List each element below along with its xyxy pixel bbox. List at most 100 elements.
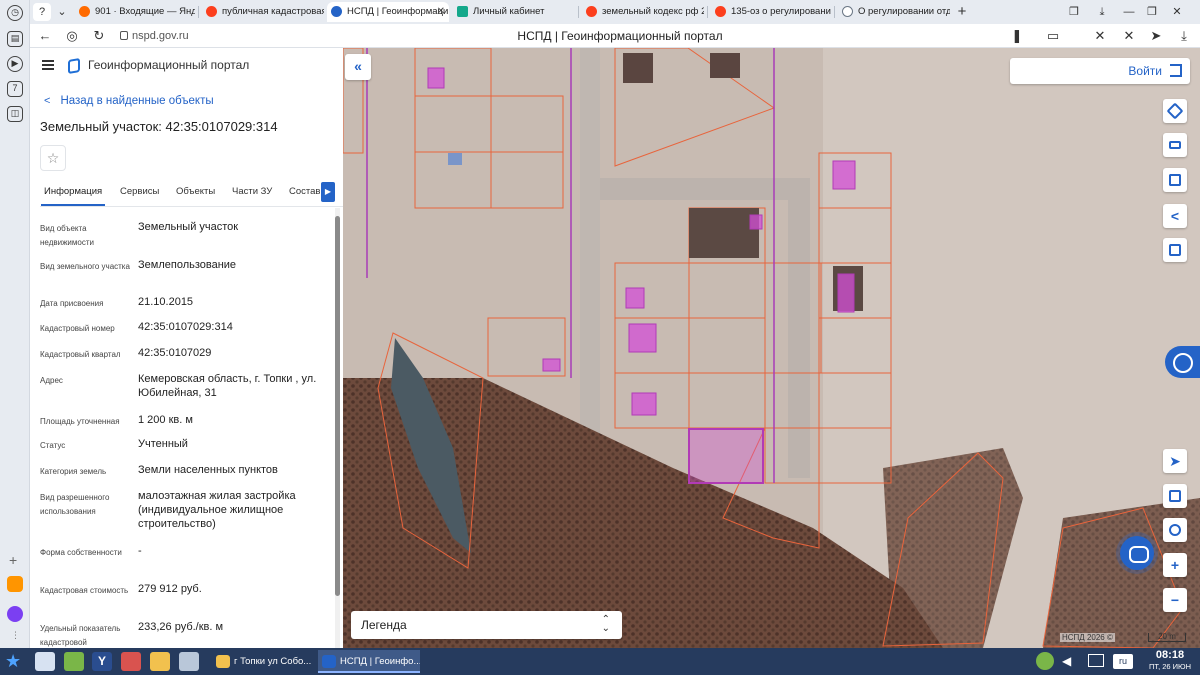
add-panel-icon[interactable]: + [9, 552, 17, 568]
prop-value: 1 200 кв. м [138, 414, 193, 426]
legend-panel[interactable]: Легенда ⌃ ⌄ [351, 611, 622, 639]
network-icon[interactable] [1088, 654, 1104, 667]
map-scale-bar: 20 m [1148, 633, 1186, 642]
locate-button[interactable]: ➤ [1163, 449, 1187, 473]
book-app-icon[interactable] [121, 652, 141, 671]
tray-up-icon[interactable] [1036, 652, 1054, 670]
folder-icon [216, 655, 230, 668]
badge-icon[interactable]: 7 [7, 81, 23, 97]
tab-land-code[interactable]: земельный кодекс рф 20 [582, 2, 704, 22]
satellite-map[interactable] [343, 48, 1200, 648]
print-button[interactable] [1163, 238, 1187, 262]
alice-icon[interactable] [7, 606, 23, 622]
reader-icon[interactable]: ▭ [1040, 27, 1066, 45]
prop-value: 42:35:0107029 [138, 347, 212, 359]
tab-objects[interactable]: Объекты [176, 186, 215, 197]
tab-strip: ? ⌄ 901 · Входящие — Яндекс публичная ка… [30, 0, 1200, 24]
ruler-icon [1169, 141, 1181, 149]
login-icon [1170, 64, 1182, 77]
collections-icon[interactable]: ▤ [7, 31, 23, 47]
yandex-browser-icon[interactable]: Y [92, 652, 112, 671]
url-field[interactable]: nspd.gov.ru [118, 27, 196, 45]
login-button[interactable]: Войти [1010, 58, 1190, 84]
close-icon[interactable]: ✕ [437, 2, 445, 22]
maximize-button[interactable]: ❐ [1143, 3, 1161, 21]
show-desktop-icon[interactable] [35, 652, 55, 671]
archive-app-icon[interactable] [179, 652, 199, 671]
basemap-button[interactable] [1163, 484, 1187, 508]
chevron-down-icon[interactable]: ⌄ [53, 3, 71, 21]
geolocation-button[interactable] [1163, 518, 1187, 542]
tab-regulation[interactable]: О регулировании отдель [838, 2, 950, 22]
volume-icon[interactable]: ◀ [1062, 654, 1076, 668]
extensions-icon[interactable]: ◫ [7, 106, 23, 122]
tab-parts[interactable]: Части ЗУ [232, 186, 272, 197]
building [832, 160, 856, 190]
back-to-results-link[interactable]: < Назад в найденные объекты [44, 95, 214, 107]
tab-label: Личный кабинет [473, 6, 545, 17]
task-browser[interactable]: НСПД | Геоинфо... [318, 650, 420, 673]
help-icon[interactable]: ? [33, 3, 51, 21]
bookmarks-icon[interactable]: ❐ [1065, 3, 1083, 21]
tab-law-135[interactable]: 135-оз о регулировании [711, 2, 831, 22]
object-tabs: Информация Сервисы Объекты Части ЗУ Сост… [40, 179, 343, 207]
tab-personal-cabinet[interactable]: Личный кабинет [453, 2, 575, 22]
minimize-button[interactable]: — [1120, 3, 1138, 21]
gosuslugi-widget-icon[interactable] [1165, 346, 1200, 378]
clock-time[interactable]: 08:18 [1141, 649, 1199, 661]
tabs-scroll-right-icon[interactable]: ▶ [321, 182, 335, 202]
downloads-icon[interactable]: ⤓ [1093, 3, 1111, 21]
share-icon: < [1170, 208, 1180, 224]
more-icon[interactable]: ⋮ [11, 630, 20, 641]
select-area-button[interactable] [1163, 168, 1187, 192]
tab-composition[interactable]: Состав [289, 186, 320, 197]
chevron-left-icon: < [44, 95, 51, 107]
tab-mail[interactable]: 901 · Входящие — Яндекс [75, 2, 195, 22]
share-button[interactable]: < [1163, 204, 1187, 228]
tab-information[interactable]: Информация [40, 186, 106, 206]
battery-app-icon[interactable] [64, 652, 84, 671]
layers-button[interactable] [1163, 99, 1187, 123]
tab-label: НСПД | Геоинформаци [347, 6, 449, 17]
file-manager-icon[interactable] [150, 652, 170, 671]
tab-services[interactable]: Сервисы [120, 186, 159, 197]
download-icon[interactable]: ⤓ [1175, 27, 1193, 45]
close-window-button[interactable]: ✕ [1168, 3, 1186, 21]
chat-icon[interactable] [1120, 536, 1154, 570]
scrollbar-thumb[interactable] [335, 216, 340, 596]
prop-label: Вид земельного участка [40, 262, 130, 271]
language-indicator[interactable]: ru [1113, 654, 1133, 669]
task-file-folder[interactable]: г Топки ул Собо... [212, 650, 312, 673]
building [542, 358, 561, 372]
bookmark-icon[interactable]: ❚ [1008, 27, 1026, 45]
portal-logo-icon [68, 57, 80, 75]
navigation-arrow-icon: ➤ [1169, 453, 1181, 469]
extension-x2-icon[interactable]: ✕ [1120, 27, 1138, 45]
zoom-out-button[interactable]: − [1163, 588, 1187, 612]
menu-icon[interactable] [42, 60, 54, 70]
extension-arrow-icon[interactable]: ➤ [1147, 27, 1165, 45]
history-icon[interactable]: ◷ [7, 5, 23, 21]
zoom-out-icon: − [1170, 592, 1180, 608]
new-tab-button[interactable]: + [953, 3, 971, 21]
collapse-sidebar-button[interactable]: « [345, 54, 371, 80]
profile-icon[interactable]: ◎ [63, 27, 81, 45]
tab-cadastral-map[interactable]: публичная кадастровая к [202, 2, 324, 22]
mail-icon[interactable] [7, 576, 23, 592]
back-icon[interactable]: ← [36, 27, 54, 45]
sidebar-scrollbar[interactable] [335, 208, 340, 648]
zoom-in-button[interactable]: + [1163, 553, 1187, 577]
house [448, 153, 462, 165]
reload-icon[interactable]: ↻ [90, 27, 108, 45]
measure-button[interactable] [1163, 133, 1187, 157]
play-icon[interactable]: ▶ [7, 56, 23, 72]
extension-x-icon[interactable]: ✕ [1091, 27, 1109, 45]
yandex-icon [715, 6, 726, 17]
start-menu-icon[interactable]: ★ [5, 651, 21, 671]
map-view[interactable]: « Войти < ➤ + − Легенда ⌃ ⌄ НСПД 2026 © 2… [343, 48, 1200, 648]
basemap-icon [1169, 490, 1181, 502]
geolocation-icon [1169, 524, 1181, 536]
favorite-star-icon[interactable]: ☆ [40, 145, 66, 171]
tab-nspd[interactable]: НСПД | Геоинформаци ✕ [327, 2, 449, 22]
tab-label: публичная кадастровая к [222, 6, 324, 17]
